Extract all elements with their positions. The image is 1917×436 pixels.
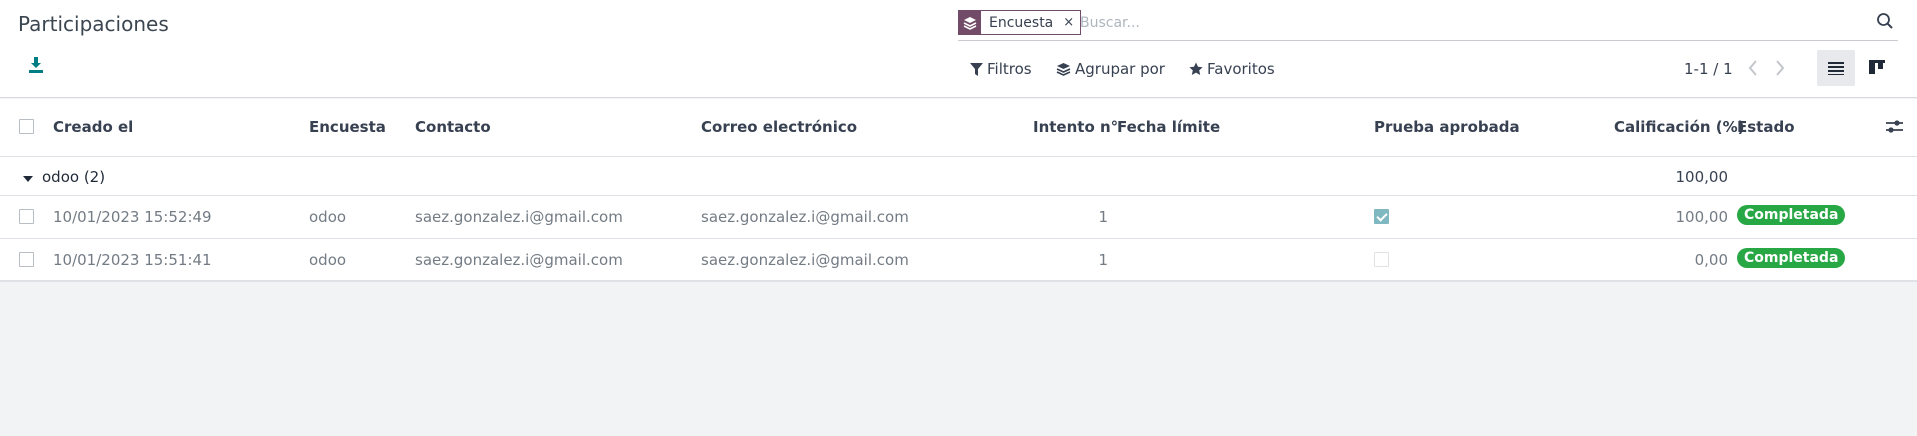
search-input[interactable]	[1080, 12, 1840, 34]
facet-remove-button[interactable]: ×	[1059, 15, 1080, 30]
chevron-right-icon	[1776, 60, 1785, 76]
layers-icon	[959, 11, 981, 34]
table-row[interactable]: 10/01/2023 15:51:41 odoo saez.gonzalez.i…	[0, 239, 1917, 282]
column-header-state[interactable]: Estado	[1737, 118, 1795, 136]
table-header: Creado el Encuesta Contacto Correo elect…	[0, 99, 1917, 157]
list-view-icon	[1828, 62, 1844, 75]
survey-cell: odoo	[309, 208, 347, 226]
search-facet[interactable]: Encuesta ×	[958, 10, 1082, 35]
column-header-email[interactable]: Correo electrónico	[701, 118, 857, 136]
optional-columns-toggle[interactable]	[1886, 119, 1903, 138]
pager-value[interactable]: 1-1 / 1	[1684, 60, 1733, 78]
page-title: Participaciones	[18, 12, 169, 36]
search-icon	[1877, 13, 1893, 29]
select-all-checkbox[interactable]	[19, 119, 34, 134]
download-icon	[29, 57, 43, 73]
pager-previous-button[interactable]	[1747, 59, 1763, 79]
attempt-cell: 1	[1098, 208, 1108, 226]
attempt-cell: 1	[1098, 251, 1108, 269]
control-panel: Participaciones Encuesta × Buscar... Fil…	[0, 0, 1917, 98]
row-select-checkbox[interactable]	[19, 252, 34, 267]
search-bar: Encuesta ×	[958, 8, 1898, 41]
column-header-created[interactable]: Creado el	[53, 118, 133, 136]
passed-checkbox	[1374, 252, 1389, 267]
column-header-deadline[interactable]: Fecha límite	[1117, 118, 1220, 136]
status-badge: Completada	[1737, 205, 1846, 225]
score-cell: 100,00	[1675, 208, 1729, 226]
table-row[interactable]: 10/01/2023 15:52:49 odoo saez.gonzalez.i…	[0, 196, 1917, 239]
list-view-button[interactable]	[1817, 50, 1855, 86]
created-cell: 10/01/2023 15:52:49	[53, 208, 212, 226]
list-view: Creado el Encuesta Contacto Correo elect…	[0, 99, 1917, 282]
created-cell: 10/01/2023 15:51:41	[53, 251, 212, 269]
facet-label: Encuesta	[989, 14, 1054, 31]
favorites-label: Favoritos	[1207, 60, 1275, 78]
filters-button[interactable]: Filtros	[970, 60, 1032, 78]
favorites-button[interactable]: Favoritos	[1189, 60, 1275, 78]
email-cell: saez.gonzalez.i@gmail.com	[701, 251, 909, 269]
caret-down-icon	[23, 169, 33, 187]
kanban-view-icon	[1869, 60, 1885, 74]
filter-icon	[970, 62, 983, 76]
passed-checkbox	[1374, 209, 1389, 224]
survey-cell: odoo	[309, 251, 347, 269]
download-button[interactable]	[28, 56, 48, 78]
column-header-survey[interactable]: Encuesta	[309, 118, 386, 136]
contact-cell: saez.gonzalez.i@gmail.com	[415, 251, 623, 269]
group-label: odoo (2)	[42, 168, 106, 186]
score-cell: 0,00	[1694, 251, 1728, 269]
search-button[interactable]	[1876, 12, 1896, 32]
group-score-total: 100,00	[1675, 168, 1729, 186]
layers-icon	[1056, 63, 1071, 76]
kanban-view-button[interactable]	[1858, 50, 1896, 86]
pager-next-button[interactable]	[1774, 59, 1790, 79]
email-cell: saez.gonzalez.i@gmail.com	[701, 208, 909, 226]
favorite-star-icon	[1189, 62, 1203, 75]
status-badge: Completada	[1737, 248, 1846, 268]
row-select-checkbox[interactable]	[19, 209, 34, 224]
optional-columns-icon	[1886, 120, 1903, 133]
column-header-attempt[interactable]: Intento n°	[1033, 118, 1118, 136]
contact-cell: saez.gonzalez.i@gmail.com	[415, 208, 623, 226]
group-by-label: Agrupar por	[1075, 60, 1165, 78]
group-row[interactable]: odoo (2) 100,00	[0, 157, 1917, 196]
group-by-button[interactable]: Agrupar por	[1056, 60, 1165, 78]
column-header-passed[interactable]: Prueba aprobada	[1374, 118, 1520, 136]
column-header-score[interactable]: Calificación (%)	[1614, 118, 1745, 136]
column-header-contact[interactable]: Contacto	[415, 118, 491, 136]
filters-label: Filtros	[987, 60, 1032, 78]
chevron-left-icon	[1748, 60, 1757, 76]
